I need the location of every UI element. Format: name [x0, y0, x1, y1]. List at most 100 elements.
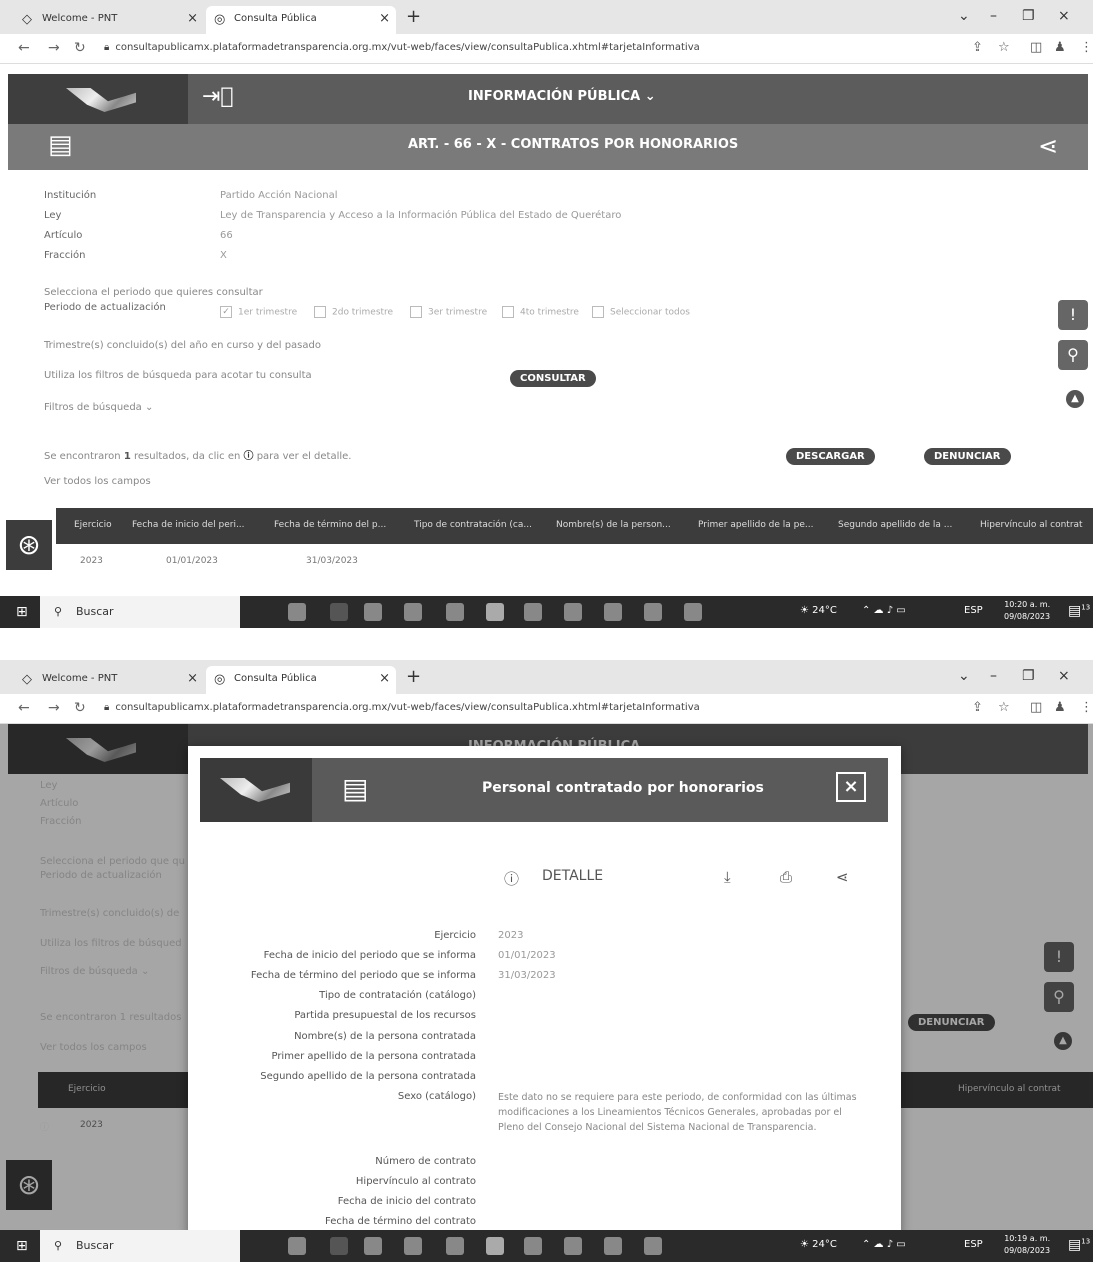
close-window-button[interactable]: ×: [1058, 8, 1070, 24]
notes-icon[interactable]: [604, 603, 622, 621]
ver-todos-campos-link[interactable]: Ver todos los campos: [44, 476, 151, 487]
bookmark-star-icon[interactable]: ☆: [998, 40, 1010, 55]
period-checkbox-2[interactable]: 2do trimestre: [314, 306, 393, 318]
notifications-icon[interactable]: ▤13: [1068, 603, 1090, 619]
download-icon[interactable]: ⤓: [724, 868, 731, 886]
sidepanel-icon[interactable]: ◫: [1030, 700, 1042, 715]
reload-icon[interactable]: ↻: [74, 700, 86, 716]
period-checkbox-3[interactable]: 3er trimestre: [410, 306, 487, 318]
explorer-icon[interactable]: [364, 1237, 382, 1255]
app-icon[interactable]: [684, 603, 702, 621]
print-icon[interactable]: ⎙: [780, 868, 792, 886]
excel-icon[interactable]: [564, 1237, 582, 1255]
app-icon[interactable]: [644, 1237, 662, 1255]
column-header[interactable]: Tipo de contratación (ca...: [414, 520, 532, 530]
word-icon[interactable]: [404, 603, 422, 621]
share-icon[interactable]: ⋖: [1038, 132, 1058, 160]
app-icon[interactable]: [644, 603, 662, 621]
share-page-icon[interactable]: ⇪: [972, 700, 983, 715]
info-i-icon[interactable]: ⇥⃞: [202, 84, 234, 109]
back-arrow-icon[interactable]: ←: [18, 40, 30, 56]
column-header[interactable]: Fecha de inicio del peri...: [132, 520, 245, 530]
share-page-icon[interactable]: ⇪: [972, 40, 983, 55]
profile-icon[interactable]: ♟: [1054, 40, 1066, 55]
modal-close-button[interactable]: ×: [836, 772, 866, 802]
column-header[interactable]: Segundo apellido de la ...: [838, 520, 952, 530]
column-header[interactable]: Nombre(s) de la person...: [556, 520, 671, 530]
excel-icon[interactable]: [564, 603, 582, 621]
column-header[interactable]: Ejercicio: [74, 520, 112, 530]
kebab-menu-icon[interactable]: ⋮: [1080, 40, 1093, 55]
descargar-button[interactable]: DESCARGAR: [786, 448, 875, 465]
column-header[interactable]: Primer apellido de la pe...: [698, 520, 814, 530]
chrome-icon[interactable]: [486, 603, 504, 621]
notifications-icon[interactable]: ▤13: [1068, 1237, 1090, 1253]
tab-consulta-publica[interactable]: ◎ Consulta Pública ×: [206, 666, 396, 694]
column-header[interactable]: Fecha de término del p...: [274, 520, 386, 530]
weather-temp[interactable]: ☀ 24°C: [800, 1239, 837, 1250]
period-checkbox-1[interactable]: ✓ 1er trimestre: [220, 306, 297, 318]
sidepanel-icon[interactable]: ◫: [1030, 40, 1042, 55]
outlook-icon[interactable]: [446, 1237, 464, 1255]
tab-close-icon[interactable]: ×: [187, 11, 198, 26]
denunciar-button[interactable]: DENUNCIAR: [924, 448, 1011, 465]
bookmark-star-icon[interactable]: ☆: [998, 700, 1010, 715]
column-header[interactable]: Hipervínculo al contrat: [980, 520, 1083, 530]
windows-start-icon[interactable]: ⊞: [16, 604, 28, 620]
app-icon[interactable]: [524, 603, 542, 621]
forward-arrow-icon[interactable]: →: [48, 700, 60, 716]
tab-welcome[interactable]: ◇ Welcome - PNT ×: [14, 6, 204, 34]
minimize-button[interactable]: –: [990, 8, 997, 24]
kebab-menu-icon[interactable]: ⋮: [1080, 700, 1093, 715]
system-tray-icons[interactable]: ⌃ ☁ ♪ ▭: [862, 1239, 906, 1250]
minimize-button[interactable]: –: [990, 668, 997, 684]
maximize-button[interactable]: ❐: [1022, 668, 1035, 684]
reload-icon[interactable]: ↻: [74, 40, 86, 56]
profile-icon[interactable]: ♟: [1054, 700, 1066, 715]
period-checkbox-4[interactable]: 4to trimestre: [502, 306, 579, 318]
maximize-button[interactable]: ❐: [1022, 8, 1035, 24]
windows-start-icon[interactable]: ⊞: [16, 1238, 28, 1254]
tab-search-icon[interactable]: ⌄: [958, 668, 970, 684]
tab-close-icon[interactable]: ×: [187, 671, 198, 686]
tab-close-icon[interactable]: ×: [379, 671, 390, 686]
taskbar-search[interactable]: ⚲ Buscar: [40, 1230, 240, 1262]
task-view-icon[interactable]: [288, 1237, 306, 1255]
share-icon[interactable]: ⋖: [836, 868, 849, 886]
tab-search-icon[interactable]: ⌄: [958, 8, 970, 24]
taskbar-search[interactable]: ⚲ Buscar: [40, 596, 240, 628]
task-view-icon[interactable]: [288, 603, 306, 621]
back-arrow-icon[interactable]: ←: [18, 700, 30, 716]
url-field[interactable]: 🔒︎ consultapublicamx.plataformadetranspar…: [104, 42, 700, 53]
tab-welcome[interactable]: ◇ Welcome - PNT ×: [14, 666, 204, 694]
explorer-icon[interactable]: [364, 603, 382, 621]
clock[interactable]: 10:19 a. m. 09/08/2023: [1004, 1233, 1050, 1257]
informacion-publica-menu[interactable]: INFORMACIÓN PÚBLICA ⌄: [468, 89, 656, 104]
tab-close-icon[interactable]: ×: [379, 11, 390, 26]
notes-icon[interactable]: [604, 1237, 622, 1255]
close-window-button[interactable]: ×: [1058, 668, 1070, 684]
search-tool-icon[interactable]: ⚲: [1058, 340, 1088, 370]
tab-consulta-publica[interactable]: ◎ Consulta Pública ×: [206, 6, 396, 34]
edge-icon[interactable]: [330, 1237, 348, 1255]
app-icon[interactable]: [524, 1237, 542, 1255]
outlook-icon[interactable]: [446, 603, 464, 621]
weather-temp[interactable]: ☀ 24°C: [800, 605, 837, 616]
filtros-busqueda-toggle[interactable]: Filtros de búsqueda ⌄: [44, 402, 153, 413]
chrome-icon[interactable]: [486, 1237, 504, 1255]
language-indicator[interactable]: ESP: [964, 1239, 983, 1250]
select-all-checkbox[interactable]: Seleccionar todos: [592, 306, 690, 318]
clock[interactable]: 10:20 a. m. 09/08/2023: [1004, 599, 1050, 623]
consultar-button[interactable]: CONSULTAR: [510, 370, 596, 387]
forward-arrow-icon[interactable]: →: [48, 40, 60, 56]
inai-logo[interactable]: [8, 74, 188, 124]
system-tray-icons[interactable]: ⌃ ☁ ♪ ▭: [862, 605, 906, 616]
new-tab-button[interactable]: +: [406, 6, 421, 27]
edge-icon[interactable]: [330, 603, 348, 621]
new-tab-button[interactable]: +: [406, 666, 421, 687]
language-indicator[interactable]: ESP: [964, 605, 983, 616]
word-icon[interactable]: [404, 1237, 422, 1255]
scroll-top-icon[interactable]: ▲: [1066, 390, 1084, 408]
accessibility-icon[interactable]: ⊛: [6, 520, 52, 570]
alert-icon[interactable]: !: [1058, 300, 1088, 330]
